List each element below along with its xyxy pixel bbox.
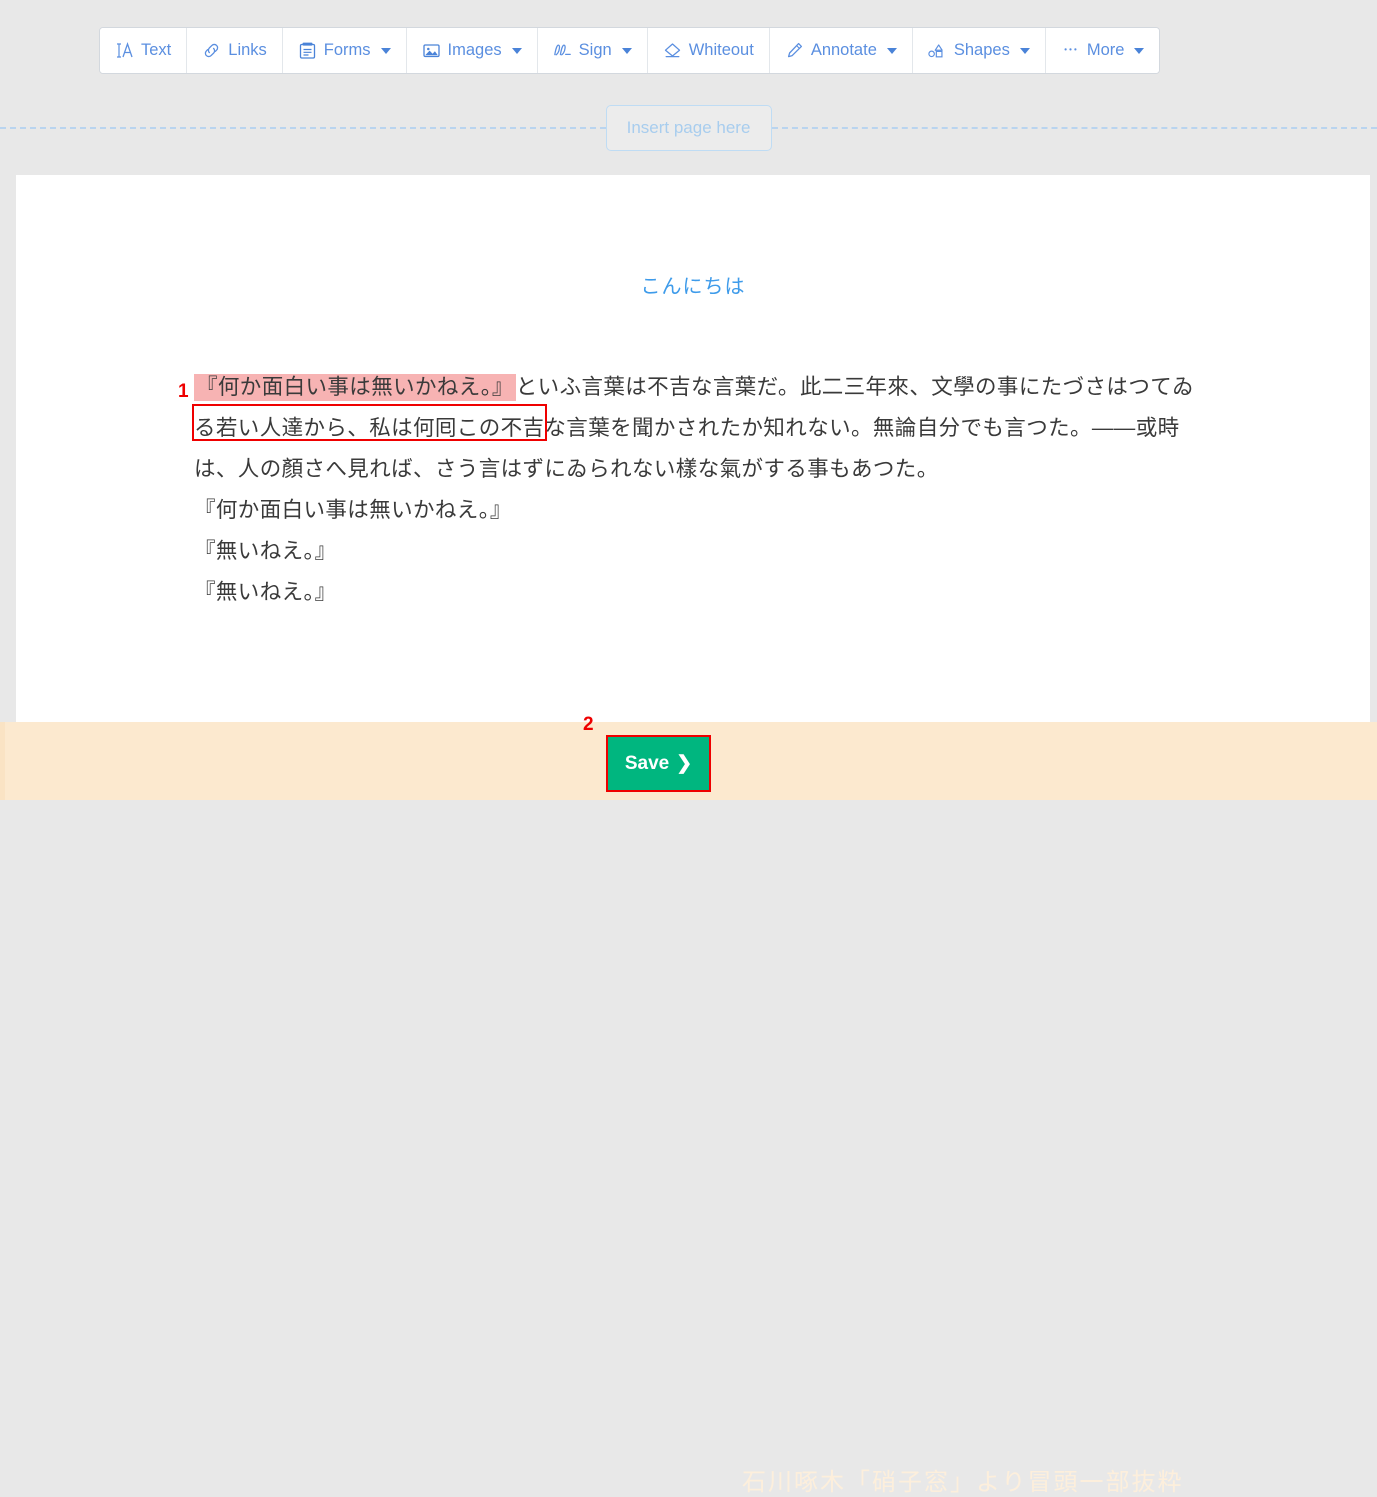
document-body-text[interactable]: 『何か面白い事は無いかねえ。』といふ言葉は不吉な言葉だ。此二三年來、文學の事にた…: [194, 367, 1204, 613]
toolbar-button-label: More: [1087, 42, 1125, 59]
pdf-page-canvas[interactable]: こんにちは 『何か面白い事は無いかねえ。』といふ言葉は不吉な言葉だ。此二三年來、…: [16, 175, 1370, 722]
chevron-down-icon: [512, 48, 522, 54]
toolbar-button-label: Shapes: [954, 42, 1010, 59]
toolbar-button-label: Sign: [579, 42, 612, 59]
insert-divider-left: [0, 127, 606, 129]
toolbar-button-shapes[interactable]: Shapes: [913, 28, 1046, 73]
toolbar-button-label: Images: [448, 42, 502, 59]
toolbar-button-sign[interactable]: Sign: [538, 28, 648, 73]
toolbar-button-links[interactable]: Links: [187, 28, 283, 73]
highlighter-icon: [785, 41, 804, 60]
document-heading: こんにちは: [16, 270, 1370, 299]
footer-credit-text: 石川啄木「硝子窓」より冒頭一部抜粋: [742, 1462, 1184, 1497]
toolbar-button-annotate[interactable]: Annotate: [770, 28, 913, 73]
step-number-2: 2: [583, 714, 594, 736]
insert-page-here-button[interactable]: Insert page here: [606, 105, 772, 151]
insert-page-row: Insert page here: [0, 104, 1377, 152]
image-icon: [422, 41, 441, 60]
toolbar-button-label: Links: [228, 42, 267, 59]
toolbar-button-images[interactable]: Images: [407, 28, 538, 73]
save-button[interactable]: Save ❯: [608, 737, 709, 790]
editor-toolbar: Text Links Forms: [99, 27, 1160, 74]
chevron-down-icon: [887, 48, 897, 54]
toolbar-button-label: Text: [141, 42, 171, 59]
save-button-label: Save: [625, 753, 669, 775]
shapes-icon: [928, 41, 947, 60]
toolbar-button-text[interactable]: Text: [100, 28, 187, 73]
eraser-icon: [663, 41, 682, 60]
link-icon: [202, 41, 221, 60]
toolbar-button-whiteout[interactable]: Whiteout: [648, 28, 770, 73]
ellipsis-icon: [1061, 41, 1080, 60]
chevron-down-icon: [1020, 48, 1030, 54]
chevron-down-icon: [381, 48, 391, 54]
toolbar-region: Text Links Forms: [0, 0, 1377, 98]
toolbar-button-label: Annotate: [811, 42, 877, 59]
highlighted-phrase[interactable]: 『何か面白い事は無いかねえ。』: [194, 374, 516, 401]
toolbar-button-forms[interactable]: Forms: [283, 28, 407, 73]
text-format-icon: [115, 41, 134, 60]
form-icon: [298, 41, 317, 60]
toolbar-button-more[interactable]: More: [1046, 28, 1160, 73]
insert-divider-right: [772, 127, 1377, 129]
chevron-down-icon: [1134, 48, 1144, 54]
paragraph-3: 『無いねえ。』: [194, 531, 1204, 572]
toolbar-button-label: Forms: [324, 42, 371, 59]
paragraph-4: 『無いねえ。』: [194, 572, 1204, 613]
chevron-right-icon: ❯: [676, 752, 692, 775]
step-number-1: 1: [178, 381, 189, 403]
toolbar-button-label: Whiteout: [689, 42, 754, 59]
chevron-down-icon: [622, 48, 632, 54]
bottom-bar-edge: [0, 722, 5, 800]
paragraph-1: 『何か面白い事は無いかねえ。』といふ言葉は不吉な言葉だ。此二三年來、文學の事にた…: [194, 367, 1204, 490]
signature-icon: [553, 41, 572, 60]
paragraph-2: 『何か面白い事は無いかねえ。』: [194, 490, 1204, 531]
